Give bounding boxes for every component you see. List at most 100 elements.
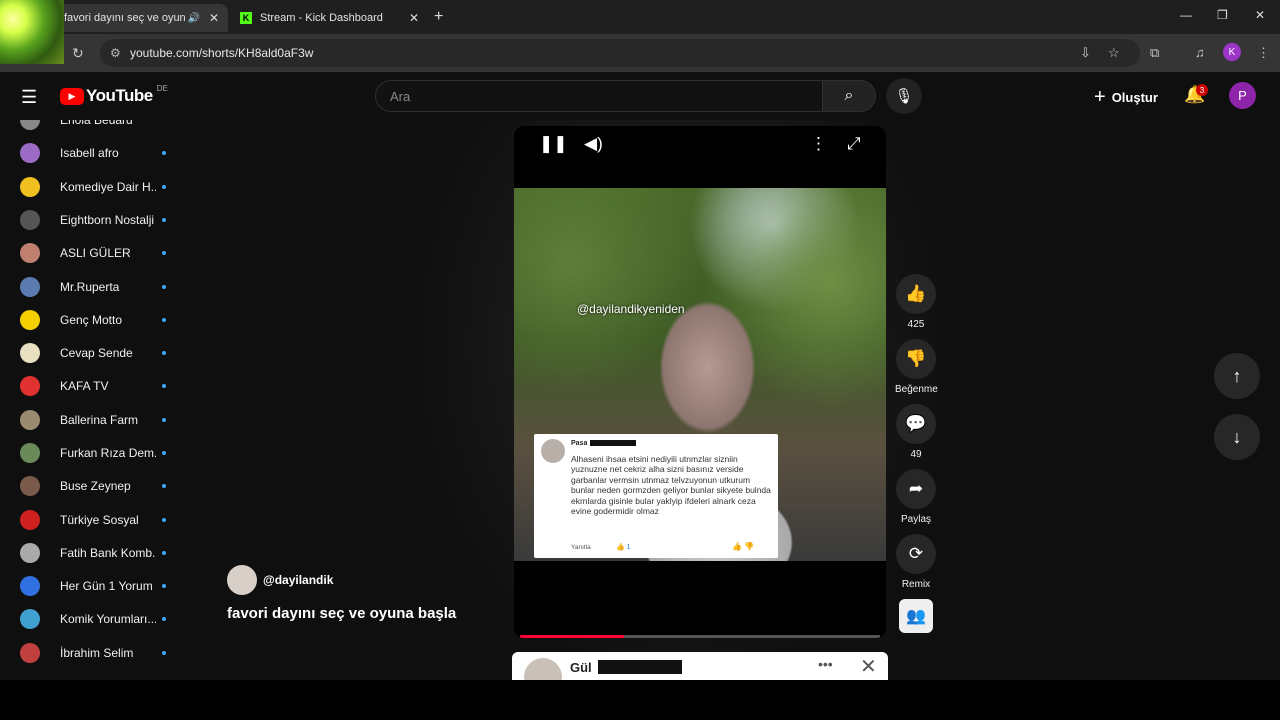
new-content-dot <box>162 518 166 522</box>
sidebar-subscription-item[interactable]: Komik Yorumları... <box>20 607 180 631</box>
share-action[interactable]: ➦ Paylaş <box>895 469 937 525</box>
reload-icon[interactable]: ↻ <box>72 45 84 62</box>
browser-profile-avatar[interactable]: K <box>1223 43 1241 61</box>
search-input[interactable]: Ara <box>375 80 823 112</box>
sidebar-subscription-item[interactable]: Genç Motto <box>20 308 180 332</box>
previous-short-button[interactable]: ↑ <box>1214 353 1260 399</box>
sidebar-subscription-item[interactable]: Ballerina Farm <box>20 408 180 432</box>
volume-icon[interactable]: ◀) <box>584 134 603 154</box>
sidebar-item-label: KAFA TV <box>60 379 109 393</box>
dislike-action[interactable]: 👎 Beğenme <box>895 339 938 395</box>
remix-icon[interactable]: ⟳ <box>896 534 936 574</box>
channel-name[interactable]: @dayilandik <box>263 573 333 587</box>
sidebar-subscription-item[interactable]: Buse Zeynep <box>20 474 180 498</box>
remix-label: Remix <box>901 579 931 590</box>
account-avatar[interactable]: P <box>1229 82 1256 109</box>
menu-icon[interactable]: ☰ <box>21 87 37 108</box>
youtube-logo[interactable]: ▶ YouTube DE <box>60 83 168 106</box>
like-count: 425 <box>907 319 925 330</box>
sidebar-subscription-item[interactable]: İbrahim Selim <box>20 641 180 665</box>
sidebar-subscription-item[interactable]: Isabell afro <box>20 141 180 165</box>
url-field[interactable]: ⚙ youtube.com/shorts/KH8ald0aF3w <box>100 39 1140 67</box>
channel-avatar <box>20 310 40 330</box>
channel-avatar <box>20 243 40 263</box>
voice-search-button[interactable]: 🎙 <box>886 78 922 114</box>
new-content-dot <box>162 251 166 255</box>
site-info-icon[interactable]: ⚙ <box>110 46 121 60</box>
browser-tab-bar: favori dayını seç ve oyun 🔊 ✕ K Stream -… <box>0 0 1280 34</box>
create-button[interactable]: + Oluştur <box>1094 86 1158 109</box>
sidebar-item-label: Cevap Sende <box>60 346 133 360</box>
country-code: DE <box>156 83 168 93</box>
search-icon: ⌕ <box>844 87 854 104</box>
comment-like-dislike-icons: 👍 👎 <box>732 542 755 551</box>
channel-avatar[interactable] <box>227 565 257 595</box>
dislike-icon[interactable]: 👎 <box>896 339 936 379</box>
sidebar-subscription-item[interactable]: KAFA TV <box>20 374 180 398</box>
comments-action[interactable]: 💬 49 <box>895 404 937 460</box>
minimize-icon[interactable]: — <box>1180 8 1192 22</box>
close-tab-icon[interactable]: ✕ <box>206 11 222 25</box>
media-control-icon[interactable]: ♫ <box>1195 45 1205 60</box>
browser-menu-icon[interactable]: ⋮ <box>1257 45 1270 61</box>
extensions-icon[interactable]: ⧉ <box>1150 45 1159 61</box>
new-content-dot <box>162 484 166 488</box>
next-author: Gül <box>570 660 592 675</box>
progress-fill <box>520 635 625 638</box>
sidebar-item-label: Komediye Dair H... <box>60 180 156 194</box>
new-content-dot <box>162 418 166 422</box>
comment-text: Alhaseni ihsaa etsini nediyili utnmzlar … <box>571 454 771 517</box>
subscriptions-sidebar: Enola Bedard Isabell afro Komediye Dair H.… <box>0 120 200 680</box>
comment-author: Pasa <box>571 440 588 447</box>
video-progress-bar[interactable] <box>520 635 880 638</box>
new-content-dot <box>162 384 166 388</box>
new-tab-button[interactable]: + <box>434 8 443 26</box>
channel-avatar <box>20 410 40 430</box>
install-app-icon[interactable]: ⇩ <box>1080 45 1091 61</box>
channel-info[interactable]: @dayilandik <box>227 565 333 595</box>
sidebar-subscription-item[interactable]: Furkan Rıza Dem... <box>20 441 180 465</box>
bookmark-star-icon[interactable]: ☆ <box>1108 45 1120 61</box>
speaker-icon[interactable]: 🔊 <box>186 13 202 24</box>
sidebar-subscription-item[interactable]: Her Gün 1 Yorum <box>20 574 180 598</box>
channel-avatar <box>20 576 40 596</box>
corner-art-image <box>0 0 64 64</box>
tab-kick-dashboard[interactable]: K Stream - Kick Dashboard ✕ <box>232 4 428 32</box>
new-content-dot <box>162 551 166 555</box>
sidebar-subscription-item[interactable]: Türkiye Sosyal <box>20 508 180 532</box>
search-button[interactable]: ⌕ <box>822 80 876 112</box>
sidebar-subscription-item[interactable]: ASLI GÜLER <box>20 241 180 265</box>
sidebar-item-label: Eightborn Nostalji <box>60 213 155 227</box>
share-icon[interactable]: ➦ <box>896 469 936 509</box>
comment-avatar <box>541 439 565 463</box>
close-icon: ✕ <box>860 656 877 678</box>
maximize-icon[interactable]: ❐ <box>1217 8 1228 22</box>
sidebar-subscription-item[interactable]: Enola Bedard <box>20 120 180 132</box>
sidebar-subscription-item[interactable]: Mr.Ruperta <box>20 275 180 299</box>
comment-screenshot-overlay: Pasa Alhaseni ihsaa etsini nediyili utnm… <box>534 434 778 558</box>
sidebar-subscription-item[interactable]: Fatih Bank Komb... <box>20 541 180 565</box>
close-tab-icon[interactable]: ✕ <box>406 11 422 25</box>
youtube-header: ☰ ▶ YouTube DE Ara ⌕ 🎙 + Oluştur 🔔 P <box>0 72 1280 120</box>
close-window-icon[interactable]: ✕ <box>1255 8 1265 22</box>
bottom-strip <box>0 680 1280 720</box>
like-action[interactable]: 👍 425 <box>895 274 937 330</box>
comment-icon[interactable]: 💬 <box>896 404 936 444</box>
fullscreen-icon[interactable]: ⤢ <box>847 134 861 154</box>
sidebar-subscription-item[interactable]: Eightborn Nostalji <box>20 208 180 232</box>
sidebar-subscription-item[interactable]: Cevap Sende <box>20 341 180 365</box>
video-watermark: @dayilandikyeniden <box>577 302 685 316</box>
sidebar-item-label: Enola Bedard <box>60 120 133 127</box>
pause-icon[interactable]: ❚❚ <box>539 134 568 154</box>
tab-youtube-short[interactable]: favori dayını seç ve oyun 🔊 ✕ <box>56 4 228 32</box>
new-content-dot <box>162 617 166 621</box>
sidebar-subscription-item[interactable]: Komediye Dair H... <box>20 175 180 199</box>
more-options-icon[interactable]: ⋮ <box>810 134 827 154</box>
redaction-bar <box>598 660 682 674</box>
remix-action[interactable]: ⟳ Remix <box>895 534 937 590</box>
shorts-player[interactable]: ❚❚ ◀) ⋮ ⤢ @dayilandikyeniden Pasa Alhase… <box>514 126 886 638</box>
next-short-button[interactable]: ↓ <box>1214 414 1260 460</box>
comment-count: 49 <box>910 449 922 460</box>
sound-thumbnail[interactable]: 👥 <box>899 599 933 633</box>
like-icon[interactable]: 👍 <box>896 274 936 314</box>
